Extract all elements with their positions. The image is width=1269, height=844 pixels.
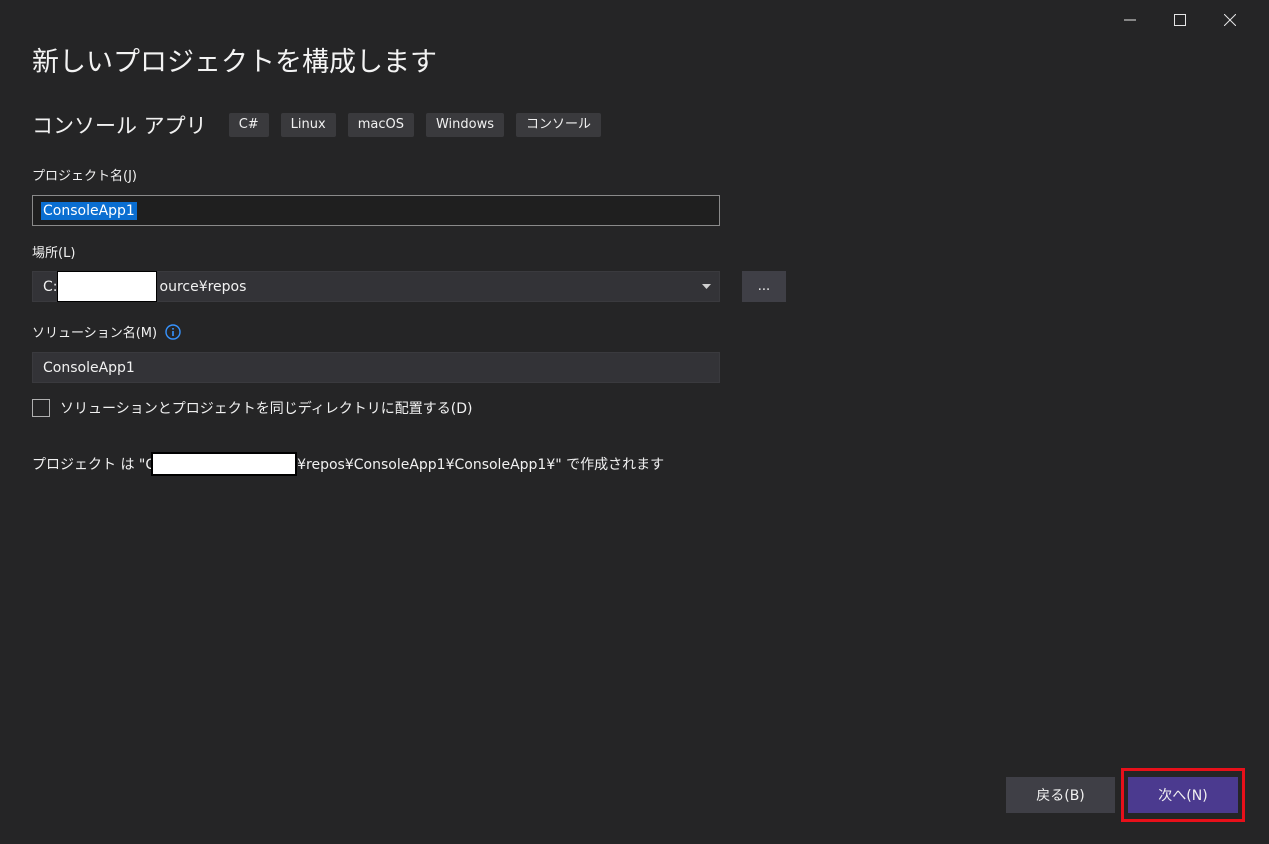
maximize-button[interactable] (1155, 8, 1205, 32)
location-suffix: ource¥repos (159, 278, 247, 295)
solution-name-label: ソリューション名(M) (32, 326, 158, 341)
same-directory-label: ソリューションとプロジェクトを同じディレクトリに配置する(D) (60, 401, 473, 417)
path-prefix: プロジェクト は "C (32, 457, 156, 473)
location-combobox[interactable]: C: ource¥repos (32, 271, 720, 302)
location-prefix: C: (43, 278, 58, 295)
project-name-input[interactable]: ConsoleApp1 (32, 195, 720, 226)
redaction-box (151, 452, 298, 476)
template-summary: コンソール アプリ C# Linux macOS Windows コンソール (32, 110, 613, 140)
next-button[interactable]: 次へ(N) (1128, 777, 1238, 813)
close-icon (1224, 14, 1236, 26)
solution-name-input[interactable]: ConsoleApp1 (32, 352, 720, 383)
solution-name-label-row: ソリューション名(M) (32, 322, 181, 341)
chevron-down-icon[interactable] (702, 284, 711, 290)
project-name-label: プロジェクト名(J) (32, 169, 137, 184)
location-label: 場所(L) (32, 246, 76, 261)
project-path-summary: プロジェクト は "C ¥repos¥ConsoleApp1¥ConsoleAp… (32, 452, 664, 476)
same-directory-checkbox[interactable] (32, 399, 50, 417)
same-directory-option[interactable]: ソリューションとプロジェクトを同じディレクトリに配置する(D) (32, 398, 472, 418)
close-button[interactable] (1205, 8, 1255, 32)
solution-name-value: ConsoleApp1 (43, 359, 135, 376)
path-suffix: ¥repos¥ConsoleApp1¥ConsoleApp1¥" で作成されます (297, 457, 665, 473)
tag-platform-macos: macOS (347, 113, 414, 137)
template-name: コンソール アプリ (32, 114, 207, 138)
project-name-value: ConsoleApp1 (41, 201, 137, 220)
back-button[interactable]: 戻る(B) (1006, 777, 1115, 813)
tag-platform-windows: Windows (425, 113, 504, 137)
browse-button[interactable]: ... (742, 271, 786, 302)
minimize-button[interactable] (1105, 8, 1155, 32)
tag-project-type: コンソール (516, 113, 602, 137)
tag-language: C# (228, 113, 269, 137)
redaction-box (57, 271, 157, 302)
page-title: 新しいプロジェクトを構成します (32, 47, 437, 78)
window-controls (1105, 8, 1255, 32)
tag-platform-linux: Linux (280, 113, 336, 137)
info-icon[interactable] (165, 323, 181, 340)
minimize-icon (1124, 19, 1136, 21)
maximize-icon (1174, 14, 1186, 26)
